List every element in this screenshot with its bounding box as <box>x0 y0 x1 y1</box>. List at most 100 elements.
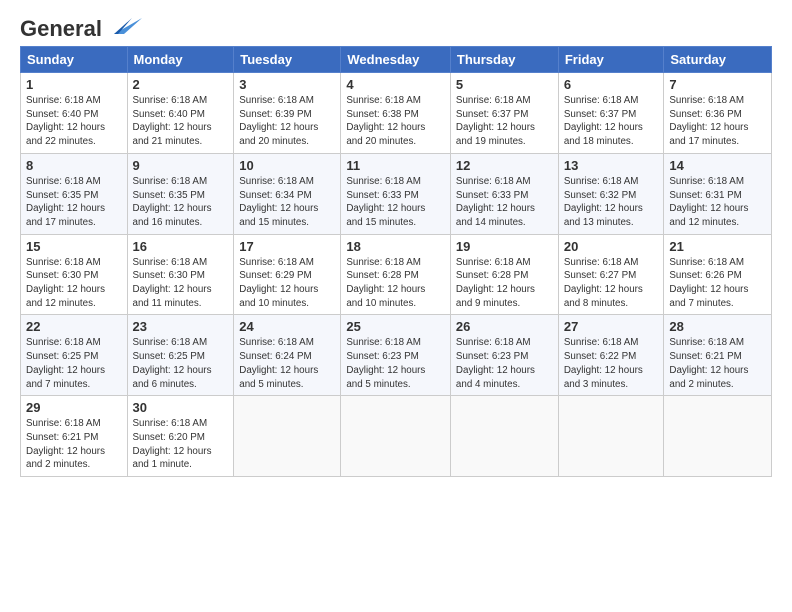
calendar-cell <box>450 396 558 477</box>
calendar-cell <box>664 396 772 477</box>
calendar-cell: 23 Sunrise: 6:18 AM Sunset: 6:25 PM Dayli… <box>127 315 234 396</box>
day-info: Sunrise: 6:18 AM Sunset: 6:37 PM Dayligh… <box>564 94 659 149</box>
day-info: Sunrise: 6:18 AM Sunset: 6:25 PM Dayligh… <box>26 336 122 391</box>
day-info: Sunrise: 6:18 AM Sunset: 6:37 PM Dayligh… <box>456 94 553 149</box>
day-info: Sunrise: 6:18 AM Sunset: 6:22 PM Dayligh… <box>564 336 659 391</box>
calendar-cell: 3Sunrise: 6:18 AM Sunset: 6:39 PM Daylig… <box>234 73 341 154</box>
col-header-thursday: Thursday <box>450 47 558 73</box>
calendar-cell: 14 Sunrise: 6:18 AM Sunset: 6:31 PM Dayli… <box>664 153 772 234</box>
day-info: Sunrise: 6:18 AM Sunset: 6:33 PM Dayligh… <box>346 175 445 230</box>
day-info: Sunrise: 6:18 AM Sunset: 6:21 PM Dayligh… <box>26 417 122 472</box>
day-info: Sunrise: 6:18 AM Sunset: 6:33 PM Dayligh… <box>456 175 553 230</box>
day-number: 24 <box>239 319 335 334</box>
calendar-cell: 15 Sunrise: 6:18 AM Sunset: 6:30 PM Dayli… <box>21 234 128 315</box>
calendar-cell: 18 Sunrise: 6:18 AM Sunset: 6:28 PM Dayli… <box>341 234 451 315</box>
calendar-cell: 21 Sunrise: 6:18 AM Sunset: 6:26 PM Dayli… <box>664 234 772 315</box>
day-number: 26 <box>456 319 553 334</box>
day-info: Sunrise: 6:18 AM Sunset: 6:40 PM Dayligh… <box>26 94 122 149</box>
day-number: 7 <box>669 77 766 92</box>
day-info: Sunrise: 6:18 AM Sunset: 6:40 PM Dayligh… <box>133 94 229 149</box>
day-info: Sunrise: 6:18 AM Sunset: 6:27 PM Dayligh… <box>564 256 659 311</box>
calendar-cell: 5 Sunrise: 6:18 AM Sunset: 6:37 PM Daylig… <box>450 73 558 154</box>
day-number: 5 <box>456 77 553 92</box>
day-info: Sunrise: 6:18 AM Sunset: 6:38 PM Dayligh… <box>346 94 445 149</box>
day-info: Sunrise: 6:18 AM Sunset: 6:39 PM Dayligh… <box>239 94 335 149</box>
day-number: 14 <box>669 158 766 173</box>
page: General SundayMondayTuesdayWednesdayThur… <box>0 0 792 612</box>
calendar-cell: 28 Sunrise: 6:18 AM Sunset: 6:21 PM Dayli… <box>664 315 772 396</box>
day-number: 13 <box>564 158 659 173</box>
week-row-2: 8 Sunrise: 6:18 AM Sunset: 6:35 PM Daylig… <box>21 153 772 234</box>
day-number: 28 <box>669 319 766 334</box>
calendar-cell: 6 Sunrise: 6:18 AM Sunset: 6:37 PM Daylig… <box>558 73 664 154</box>
day-info: Sunrise: 6:18 AM Sunset: 6:32 PM Dayligh… <box>564 175 659 230</box>
day-info: Sunrise: 6:18 AM Sunset: 6:28 PM Dayligh… <box>456 256 553 311</box>
day-info: Sunrise: 6:18 AM Sunset: 6:20 PM Dayligh… <box>133 417 229 472</box>
calendar-cell <box>558 396 664 477</box>
day-number: 1 <box>26 77 122 92</box>
calendar-cell: 20Sunrise: 6:18 AM Sunset: 6:27 PM Dayli… <box>558 234 664 315</box>
calendar-cell: 26Sunrise: 6:18 AM Sunset: 6:23 PM Dayli… <box>450 315 558 396</box>
calendar-cell: 13 Sunrise: 6:18 AM Sunset: 6:32 PM Dayli… <box>558 153 664 234</box>
logo-general: General <box>20 16 102 42</box>
calendar-cell: 7 Sunrise: 6:18 AM Sunset: 6:36 PM Daylig… <box>664 73 772 154</box>
week-row-5: 29 Sunrise: 6:18 AM Sunset: 6:21 PM Dayli… <box>21 396 772 477</box>
day-number: 6 <box>564 77 659 92</box>
calendar-cell: 1 Sunrise: 6:18 AM Sunset: 6:40 PM Daylig… <box>21 73 128 154</box>
calendar-cell: 25Sunrise: 6:18 AM Sunset: 6:23 PM Dayli… <box>341 315 451 396</box>
day-number: 8 <box>26 158 122 173</box>
day-number: 15 <box>26 239 122 254</box>
day-number: 22 <box>26 319 122 334</box>
calendar-cell: 10 Sunrise: 6:18 AM Sunset: 6:34 PM Dayli… <box>234 153 341 234</box>
day-number: 10 <box>239 158 335 173</box>
col-header-wednesday: Wednesday <box>341 47 451 73</box>
day-info: Sunrise: 6:18 AM Sunset: 6:28 PM Dayligh… <box>346 256 445 311</box>
day-number: 18 <box>346 239 445 254</box>
calendar-cell: 22 Sunrise: 6:18 AM Sunset: 6:25 PM Dayli… <box>21 315 128 396</box>
day-info: Sunrise: 6:18 AM Sunset: 6:21 PM Dayligh… <box>669 336 766 391</box>
day-number: 21 <box>669 239 766 254</box>
calendar-cell: 29 Sunrise: 6:18 AM Sunset: 6:21 PM Dayli… <box>21 396 128 477</box>
day-info: Sunrise: 6:18 AM Sunset: 6:30 PM Dayligh… <box>26 256 122 311</box>
logo-wing-icon <box>104 16 142 38</box>
week-row-4: 22 Sunrise: 6:18 AM Sunset: 6:25 PM Dayli… <box>21 315 772 396</box>
day-number: 27 <box>564 319 659 334</box>
calendar-cell: 16Sunrise: 6:18 AM Sunset: 6:30 PM Dayli… <box>127 234 234 315</box>
week-row-1: 1 Sunrise: 6:18 AM Sunset: 6:40 PM Daylig… <box>21 73 772 154</box>
day-info: Sunrise: 6:18 AM Sunset: 6:24 PM Dayligh… <box>239 336 335 391</box>
calendar-cell: 27 Sunrise: 6:18 AM Sunset: 6:22 PM Dayli… <box>558 315 664 396</box>
calendar-cell: 17 Sunrise: 6:18 AM Sunset: 6:29 PM Dayli… <box>234 234 341 315</box>
calendar-cell: 24 Sunrise: 6:18 AM Sunset: 6:24 PM Dayli… <box>234 315 341 396</box>
calendar-cell: 4 Sunrise: 6:18 AM Sunset: 6:38 PM Daylig… <box>341 73 451 154</box>
day-number: 12 <box>456 158 553 173</box>
day-number: 2 <box>133 77 229 92</box>
header: General <box>20 16 772 36</box>
day-number: 11 <box>346 158 445 173</box>
calendar-cell: 11 Sunrise: 6:18 AM Sunset: 6:33 PM Dayli… <box>341 153 451 234</box>
day-number: 29 <box>26 400 122 415</box>
calendar-cell: 8Sunrise: 6:18 AM Sunset: 6:35 PM Daylig… <box>21 153 128 234</box>
day-info: Sunrise: 6:18 AM Sunset: 6:25 PM Dayligh… <box>133 336 229 391</box>
day-info: Sunrise: 6:18 AM Sunset: 6:31 PM Dayligh… <box>669 175 766 230</box>
day-info: Sunrise: 6:18 AM Sunset: 6:35 PM Dayligh… <box>133 175 229 230</box>
calendar-cell: 12 Sunrise: 6:18 AM Sunset: 6:33 PM Dayli… <box>450 153 558 234</box>
day-info: Sunrise: 6:18 AM Sunset: 6:29 PM Dayligh… <box>239 256 335 311</box>
calendar-cell: 2 Sunrise: 6:18 AM Sunset: 6:40 PM Daylig… <box>127 73 234 154</box>
day-number: 30 <box>133 400 229 415</box>
day-info: Sunrise: 6:18 AM Sunset: 6:36 PM Dayligh… <box>669 94 766 149</box>
day-number: 17 <box>239 239 335 254</box>
col-header-monday: Monday <box>127 47 234 73</box>
day-number: 23 <box>133 319 229 334</box>
day-number: 19 <box>456 239 553 254</box>
calendar-table: SundayMondayTuesdayWednesdayThursdayFrid… <box>20 46 772 477</box>
calendar-cell <box>341 396 451 477</box>
day-number: 16 <box>133 239 229 254</box>
day-info: Sunrise: 6:18 AM Sunset: 6:34 PM Dayligh… <box>239 175 335 230</box>
calendar-cell: 9 Sunrise: 6:18 AM Sunset: 6:35 PM Daylig… <box>127 153 234 234</box>
day-number: 9 <box>133 158 229 173</box>
day-info: Sunrise: 6:18 AM Sunset: 6:26 PM Dayligh… <box>669 256 766 311</box>
day-number: 4 <box>346 77 445 92</box>
calendar-cell: 30 Sunrise: 6:18 AM Sunset: 6:20 PM Dayli… <box>127 396 234 477</box>
day-number: 25 <box>346 319 445 334</box>
col-header-tuesday: Tuesday <box>234 47 341 73</box>
